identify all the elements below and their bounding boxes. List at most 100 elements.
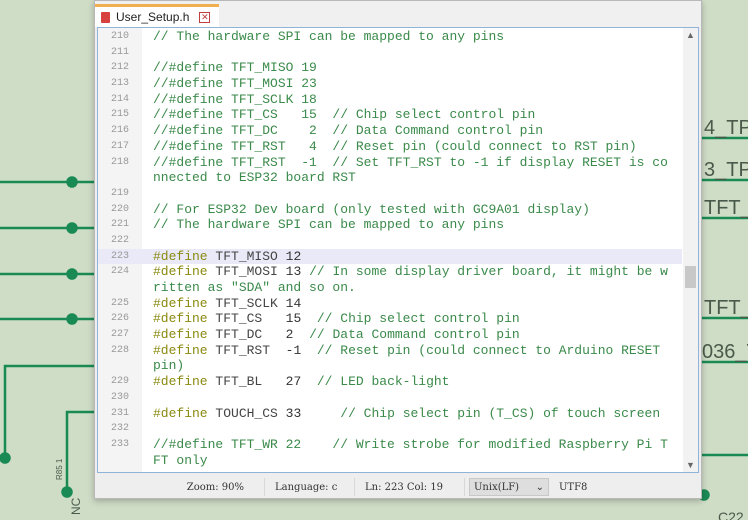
close-tab-icon[interactable]: ✕ bbox=[199, 11, 211, 23]
code-line: 219 bbox=[98, 186, 682, 202]
line-number: 218 bbox=[110, 156, 129, 168]
code-text: #define TFT_SCLK 14 bbox=[153, 295, 302, 311]
schematic-label: 3_TP bbox=[704, 159, 748, 181]
tab-title: User_Setup.h bbox=[116, 10, 190, 24]
line-number bbox=[98, 358, 142, 374]
line-number: 226 bbox=[110, 313, 129, 325]
code-line: pin) bbox=[98, 358, 682, 374]
editor-window: User_Setup.h ✕ 210 // The hardware SPI ca… bbox=[94, 0, 702, 499]
code-line: 210 // The hardware SPI can be mapped to … bbox=[98, 29, 682, 45]
schematic-label: R85 1 bbox=[55, 458, 64, 480]
code-text: // The hardware SPI can be mapped to any… bbox=[153, 217, 505, 233]
code-line: 215 //#define TFT_CS 15 // Chip select co… bbox=[98, 107, 682, 123]
code-line: ritten as "SDA" and so on. bbox=[98, 280, 682, 296]
line-number: 228 bbox=[110, 344, 129, 356]
zoom-status: Zoom: 90% bbox=[95, 478, 265, 496]
line-number: 230 bbox=[110, 391, 129, 403]
code-text: nnected to ESP32 board RST bbox=[153, 170, 356, 186]
tab-user-setup[interactable]: User_Setup.h ✕ bbox=[95, 4, 219, 27]
code-line: 214 //#define TFT_SCLK 18 bbox=[98, 92, 682, 108]
code-line: 213 //#define TFT_MOSI 23 bbox=[98, 76, 682, 92]
code-text: //#define TFT_WR 22 // Write strobe for … bbox=[153, 436, 668, 452]
code-text: //#define TFT_SCLK 18 bbox=[153, 91, 317, 107]
code-line: 233 //#define TFT_WR 22 // Write strobe f… bbox=[98, 437, 682, 453]
line-number: 214 bbox=[110, 93, 129, 105]
tab-bar: User_Setup.h ✕ bbox=[95, 1, 701, 27]
code-text: pin) bbox=[153, 358, 185, 374]
code-text: //#define TFT_CS 15 // Chip select contr… bbox=[153, 107, 536, 123]
schematic-label: TFT_ bbox=[704, 197, 748, 219]
line-number: 222 bbox=[110, 234, 129, 246]
line-number: 221 bbox=[110, 219, 129, 231]
code-line: 230 bbox=[98, 390, 682, 406]
code-line: 228 #define TFT_RST -1 // Reset pin (coul… bbox=[98, 343, 682, 359]
schematic-label: 4_TP bbox=[704, 117, 748, 139]
status-bar: Zoom: 90% Language: c Ln: 223 Col: 19 Un… bbox=[95, 475, 701, 499]
file-icon bbox=[101, 11, 110, 23]
code-text: #define TFT_CS 15 // Chip select control… bbox=[153, 311, 520, 327]
code-text: //#define TFT_DC 2 // Data Command contr… bbox=[153, 123, 544, 139]
line-number: 231 bbox=[110, 407, 129, 419]
code-text: //#define TFT_RST 4 // Reset pin (could … bbox=[153, 138, 637, 154]
line-number: 210 bbox=[110, 31, 129, 42]
code-line: 226 #define TFT_CS 15 // Chip select cont… bbox=[98, 311, 682, 327]
code-text: ritten as "SDA" and so on. bbox=[153, 280, 356, 295]
code-line: 216 //#define TFT_DC 2 // Data Command co… bbox=[98, 123, 682, 139]
line-number bbox=[98, 280, 142, 296]
schematic-label: 036_T bbox=[702, 341, 748, 363]
code-line: 232 bbox=[98, 421, 682, 437]
line-number: 229 bbox=[110, 376, 129, 388]
language-status: Language: c bbox=[265, 478, 355, 496]
code-editor[interactable]: 210 // The hardware SPI can be mapped to … bbox=[97, 27, 699, 473]
code-line: 225 #define TFT_SCLK 14 bbox=[98, 296, 682, 312]
code-line: 211 bbox=[98, 45, 682, 61]
line-number: 212 bbox=[110, 62, 129, 74]
line-number: 225 bbox=[110, 297, 129, 309]
code-line: nnected to ESP32 board RST bbox=[98, 170, 682, 186]
code-text: //#define TFT_MOSI 23 bbox=[153, 76, 317, 92]
code-text: #define TOUCH_CS 33 // Chip select pin (… bbox=[153, 405, 661, 421]
code-line: 229 #define TFT_BL 27 // LED back-light bbox=[98, 374, 682, 390]
code-text: #define TFT_RST -1 // Reset pin (could c… bbox=[153, 342, 661, 358]
line-ending-select[interactable]: Unix(LF) ⌄ bbox=[469, 478, 549, 496]
encoding-status: UTF8 bbox=[559, 481, 588, 493]
scroll-down-icon[interactable]: ▼ bbox=[683, 460, 698, 470]
code-line: 220 // For ESP32 Dev board (only tested w… bbox=[98, 202, 682, 218]
schematic-label: C22 bbox=[718, 509, 744, 520]
code-line: 217 //#define TFT_RST 4 // Reset pin (cou… bbox=[98, 139, 682, 155]
code-text: // For ESP32 Dev board (only tested with… bbox=[153, 201, 590, 217]
line-number: 216 bbox=[110, 125, 129, 137]
code-text: #define TFT_BL 27 // LED back-light bbox=[153, 374, 450, 390]
line-number: 227 bbox=[110, 329, 129, 341]
code-lines: 210 // The hardware SPI can be mapped to … bbox=[98, 29, 682, 468]
chevron-down-icon: ⌄ bbox=[535, 481, 544, 493]
vertical-scrollbar[interactable]: ▲ ▼ bbox=[683, 28, 698, 472]
schematic-label: NC bbox=[69, 497, 83, 515]
code-text: #define TFT_MISO 12 bbox=[153, 248, 302, 264]
code-text: //#define TFT_MISO 19 bbox=[153, 60, 317, 76]
scrollbar-thumb[interactable] bbox=[685, 266, 696, 288]
line-number: 213 bbox=[110, 78, 129, 90]
code-line: FT only bbox=[98, 453, 682, 469]
line-number bbox=[98, 453, 142, 469]
code-line: 223 #define TFT_MISO 12 bbox=[98, 248, 682, 265]
cursor-position-status: Ln: 223 Col: 19 bbox=[355, 478, 465, 496]
line-number: 220 bbox=[110, 203, 129, 215]
scroll-up-icon[interactable]: ▲ bbox=[683, 30, 698, 40]
code-line: 224 #define TFT_MOSI 13 // In some displa… bbox=[98, 264, 682, 280]
code-line: 212 //#define TFT_MISO 19 bbox=[98, 60, 682, 76]
line-number: 211 bbox=[110, 46, 129, 58]
code-text: // The hardware SPI can be mapped to any… bbox=[153, 29, 505, 44]
line-number: 217 bbox=[110, 140, 129, 152]
code-line: 231 #define TOUCH_CS 33 // Chip select pi… bbox=[98, 406, 682, 422]
line-number: 224 bbox=[110, 266, 129, 278]
code-text: #define TFT_MOSI 13 // In some display d… bbox=[153, 264, 668, 280]
code-text: FT only bbox=[153, 452, 208, 468]
line-number: 219 bbox=[110, 187, 129, 199]
schematic-label: TFT_ bbox=[704, 297, 748, 319]
